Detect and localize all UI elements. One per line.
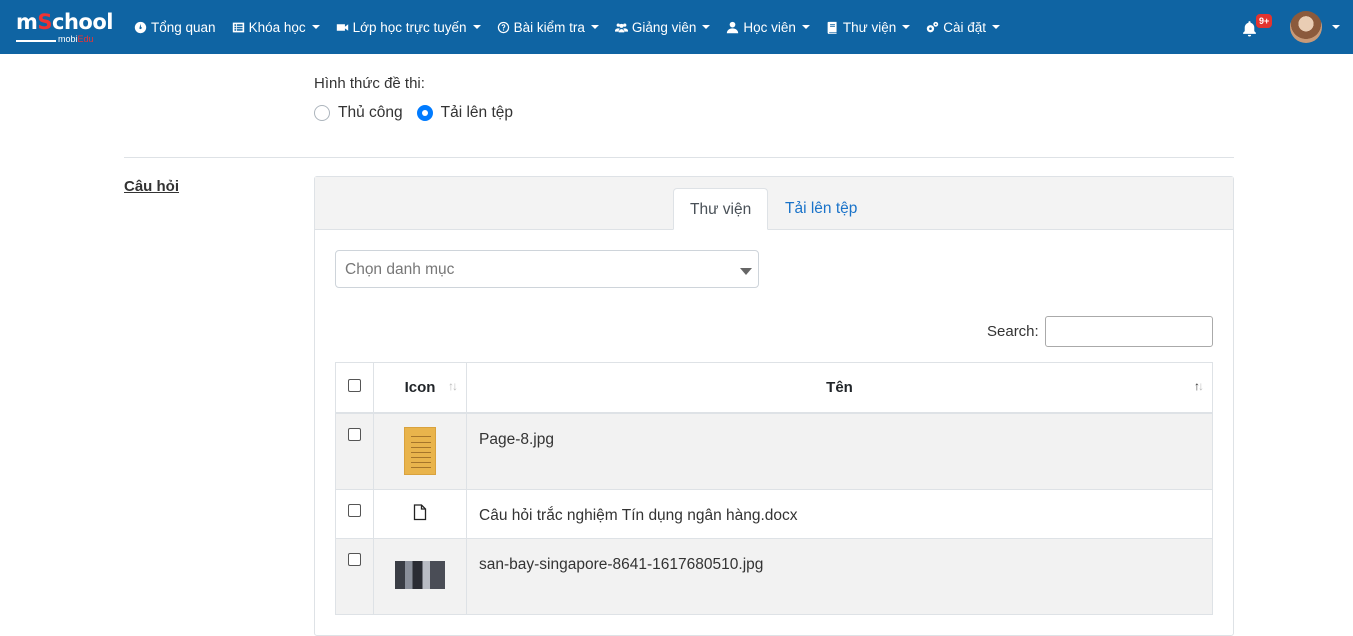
logo-subtext: mobiEdu xyxy=(58,34,94,44)
row-icon-cell xyxy=(373,489,467,539)
row-icon-cell xyxy=(373,538,467,615)
row-select-cell xyxy=(335,538,374,615)
top-navbar: mSchool mobiEdu Tổng quan Khóa học Lớp h… xyxy=(0,0,1353,54)
chevron-down-icon xyxy=(590,25,599,29)
chevron-down-icon xyxy=(472,25,481,29)
logo-text: mSchool xyxy=(16,10,113,34)
dashboard-icon xyxy=(134,21,147,33)
chevron-down-icon xyxy=(992,25,1001,29)
nav-label: Giảng viên xyxy=(631,19,697,35)
chevron-down-icon[interactable] xyxy=(1332,25,1340,29)
table-row[interactable]: Page-8.jpg xyxy=(335,412,1213,490)
table-row[interactable]: Câu hỏi trắc nghiệm Tín dụng ngân hàng.d… xyxy=(335,489,1213,539)
row-checkbox[interactable] xyxy=(348,553,361,566)
category-select[interactable]: Chọn danh mục xyxy=(335,250,759,288)
notification-badge: 9+ xyxy=(1256,14,1273,28)
row-select-cell xyxy=(335,412,374,490)
select-all-checkbox[interactable] xyxy=(348,378,361,392)
chevron-down-icon xyxy=(801,25,810,29)
card-tabs-header: Thư viện Tải lên tệp xyxy=(315,177,1233,230)
search-label: Search: xyxy=(987,323,1039,340)
mschool-logo[interactable]: mSchool mobiEdu xyxy=(16,10,116,46)
radio-manual[interactable] xyxy=(314,105,330,121)
category-select-placeholder: Chọn danh mục xyxy=(345,261,455,278)
chevron-down-icon xyxy=(702,25,711,29)
sort-ascending-icon: ↑↓ xyxy=(1194,379,1204,393)
cogs-icon xyxy=(927,21,939,32)
radio-upload-file[interactable] xyxy=(416,105,433,121)
nav-label: Bài kiểm tra xyxy=(513,19,585,35)
chevron-down-icon xyxy=(902,25,911,29)
nav-item-settings[interactable]: Cài đặt xyxy=(926,19,1001,35)
avatar[interactable] xyxy=(1290,11,1322,43)
questions-section-label: Câu hỏi xyxy=(124,178,179,195)
row-name-cell: san-bay-singapore-8641-1617680510.jpg xyxy=(466,538,1213,615)
nav-label: Thư viện xyxy=(842,19,897,35)
nav-label: Học viên xyxy=(743,19,796,35)
radio-upload-file-label[interactable]: Tải lên tệp xyxy=(441,104,513,122)
row-name-cell: Page-8.jpg xyxy=(466,412,1213,490)
radio-manual-label[interactable]: Thủ công xyxy=(338,104,403,122)
logo-underline xyxy=(16,40,56,42)
main-menu: Tổng quan Khóa học Lớp học trực tuyến Bà… xyxy=(134,0,1016,54)
dropdown-arrow-icon xyxy=(740,268,752,275)
row-checkbox[interactable] xyxy=(348,427,361,441)
nav-label: Cài đặt xyxy=(943,19,987,35)
tab-library[interactable]: Thư viện xyxy=(673,188,769,230)
nav-item-online-classes[interactable]: Lớp học trực tuyến xyxy=(336,20,481,35)
nav-item-courses[interactable]: Khóa học xyxy=(232,20,320,35)
row-name-cell: Câu hỏi trắc nghiệm Tín dụng ngân hàng.d… xyxy=(466,489,1213,539)
file-icon xyxy=(413,504,427,526)
chevron-down-icon xyxy=(311,25,320,29)
list-icon xyxy=(232,22,244,32)
select-all-header xyxy=(335,362,374,414)
document-image-thumbnail xyxy=(404,426,436,475)
row-select-cell xyxy=(335,489,374,539)
question-circle-icon xyxy=(497,21,509,33)
search-input[interactable] xyxy=(1045,316,1213,347)
sort-icon: ↑↓ xyxy=(448,379,458,393)
nav-item-students[interactable]: Học viên xyxy=(726,20,810,35)
table-header-row: Icon ↑↓ Tên ↑↓ xyxy=(335,362,1213,414)
user-icon xyxy=(727,21,739,33)
files-table: Icon ↑↓ Tên ↑↓ Page-8.jpg Câu hỏi trắc n… xyxy=(335,362,1213,615)
icon-header-label: Icon xyxy=(404,378,436,396)
section-divider xyxy=(124,157,1234,158)
nav-item-overview[interactable]: Tổng quan xyxy=(134,20,216,35)
nav-item-library[interactable]: Thư viện xyxy=(826,19,911,35)
row-checkbox[interactable] xyxy=(348,504,361,517)
video-icon xyxy=(336,23,348,31)
nav-item-tests[interactable]: Bài kiểm tra xyxy=(497,20,599,35)
book-icon xyxy=(827,21,837,34)
icon-column-header[interactable]: Icon ↑↓ xyxy=(373,362,467,414)
users-icon xyxy=(614,22,628,32)
photo-thumbnail xyxy=(395,561,445,589)
row-icon-cell xyxy=(373,412,467,490)
nav-label: Tổng quan xyxy=(151,19,216,35)
name-header-label: Tên xyxy=(826,378,853,396)
nav-label: Lớp học trực tuyến xyxy=(352,19,467,35)
question-source-card: Thư viện Tải lên tệp Chọn danh mục Searc… xyxy=(314,176,1234,636)
name-column-header[interactable]: Tên ↑↓ xyxy=(466,362,1213,414)
nav-item-instructors[interactable]: Giảng viên xyxy=(614,19,711,35)
nav-label: Khóa học xyxy=(248,19,306,35)
table-row[interactable]: san-bay-singapore-8641-1617680510.jpg xyxy=(335,538,1213,615)
tab-upload-file[interactable]: Tải lên tệp xyxy=(769,188,873,230)
exam-type-options: Thủ công Tải lên tệp xyxy=(314,104,527,122)
exam-type-label: Hình thức đề thi: xyxy=(314,75,425,92)
